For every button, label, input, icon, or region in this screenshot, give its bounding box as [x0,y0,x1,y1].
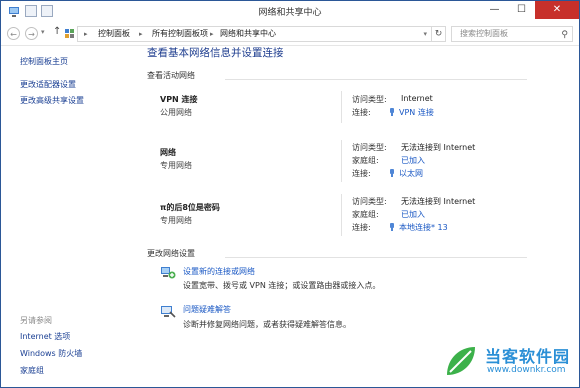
see-also-label: 另请参阅 [20,316,52,325]
watermark-url: www.downkr.com [487,365,566,375]
connection-label: 连接: [352,169,371,178]
connection-icon [389,108,395,116]
connection-link-label[interactable]: 本地连接* 13 [399,223,448,232]
watermark-logo-icon [447,347,475,375]
access-type-label: 访问类型: [352,197,387,206]
up-button[interactable]: ↑ [53,26,61,37]
address-dropdown-icon[interactable]: ▾ [423,27,427,41]
network-setup-icon [161,267,176,279]
breadcrumb-control-panel[interactable]: 控制面板 [98,27,130,41]
breadcrumb-all-items[interactable]: 所有控制面板项 [152,27,208,41]
connection-link-ethernet[interactable]: 以太网 [389,168,423,179]
search-placeholder: 搜索控制面板 [460,29,508,38]
setup-connection-desc: 设置宽带、拨号或 VPN 连接；或设置路由器或接入点。 [183,281,381,290]
see-also-firewall[interactable]: Windows 防火墙 [20,348,82,359]
network-type: 专用网络 [160,161,192,170]
network-divider [341,194,342,236]
title-bar: 网络和共享中心 — ☐ ✕ [1,1,579,23]
section-divider [225,79,527,80]
homegroup-link[interactable]: 已加入 [401,155,425,166]
access-type-label: 访问类型: [352,143,387,152]
breadcrumb-separator[interactable]: ▸ [139,27,143,41]
breadcrumb-separator[interactable]: ▸ [210,27,214,41]
access-type-value: 无法连接到 Internet [401,143,476,152]
network-divider [341,91,342,123]
see-also-internet-options[interactable]: Internet 选项 [20,331,70,342]
see-also-homegroup[interactable]: 家庭组 [20,365,44,376]
connection-icon [389,169,395,177]
connection-label: 连接: [352,223,371,232]
forward-button[interactable]: → [25,27,38,40]
minimize-button[interactable]: — [481,1,508,19]
recent-locations-button[interactable]: ▾ [41,28,45,36]
search-icon[interactable]: ⚲ [561,28,568,42]
sidebar-item-control-panel-home[interactable]: 控制面板主页 [20,56,68,67]
address-bar: ← → ▾ ↑ ▸ 控制面板 ▸ 所有控制面板项 ▸ 网络和共享中心 ▾ ↻ 搜… [1,23,579,46]
network-name: VPN 连接 [160,95,198,104]
close-button[interactable]: ✕ [535,1,579,19]
network-type: 公用网络 [160,108,192,117]
sidebar-item-change-adapter[interactable]: 更改适配器设置 [20,79,76,90]
homegroup-label: 家庭组: [352,156,379,165]
breadcrumb-separator: ▸ [84,30,88,38]
access-type-label: 访问类型: [352,95,387,104]
change-settings-header: 更改网络设置 [147,249,195,258]
active-networks-header: 查看活动网络 [147,71,195,80]
network-divider [341,140,342,182]
sidebar-item-advanced-sharing[interactable]: 更改高级共享设置 [20,95,84,106]
connection-link-vpn[interactable]: VPN 连接 [389,107,434,118]
troubleshoot-link[interactable]: 问题疑难解答 [183,304,231,315]
watermark-name: 当客软件园 [485,347,571,366]
search-input[interactable]: 搜索控制面板 ⚲ [451,26,573,42]
connection-link-label[interactable]: VPN 连接 [399,108,434,117]
connection-link-label[interactable]: 以太网 [399,169,423,178]
homegroup-link[interactable]: 已加入 [401,209,425,220]
maximize-button[interactable]: ☐ [508,1,535,19]
homegroup-label: 家庭组: [352,210,379,219]
troubleshoot-desc: 诊断并修复网络问题，或者获得疑难解答信息。 [183,320,351,329]
refresh-button[interactable]: ↻ [432,26,446,42]
network-name: π的后8位是密码 [160,203,220,212]
setup-connection-link[interactable]: 设置新的连接或网络 [183,266,255,277]
connection-label: 连接: [352,108,371,117]
network-type: 专用网络 [160,216,192,225]
control-panel-icon [65,29,74,38]
troubleshoot-icon [161,306,176,318]
page-title: 查看基本网络信息并设置连接 [147,47,284,59]
back-button[interactable]: ← [7,27,20,40]
connection-link-local[interactable]: 本地连接* 13 [389,222,448,233]
section-divider [225,257,527,258]
access-type-value: Internet [401,94,433,103]
breadcrumb-network-center[interactable]: 网络和共享中心 [220,27,276,41]
sidebar: 控制面板主页 更改适配器设置 更改高级共享设置 另请参阅 Internet 选项… [1,46,121,387]
access-type-value: 无法连接到 Internet [401,197,476,206]
connection-icon [389,223,395,231]
address-box[interactable]: ▸ 控制面板 ▸ 所有控制面板项 ▸ 网络和共享中心 ▾ [77,26,432,42]
window: 网络和共享中心 — ☐ ✕ ← → ▾ ↑ ▸ 控制面板 ▸ 所有控制面板项 ▸… [0,0,580,388]
network-name: 网络 [160,148,176,157]
